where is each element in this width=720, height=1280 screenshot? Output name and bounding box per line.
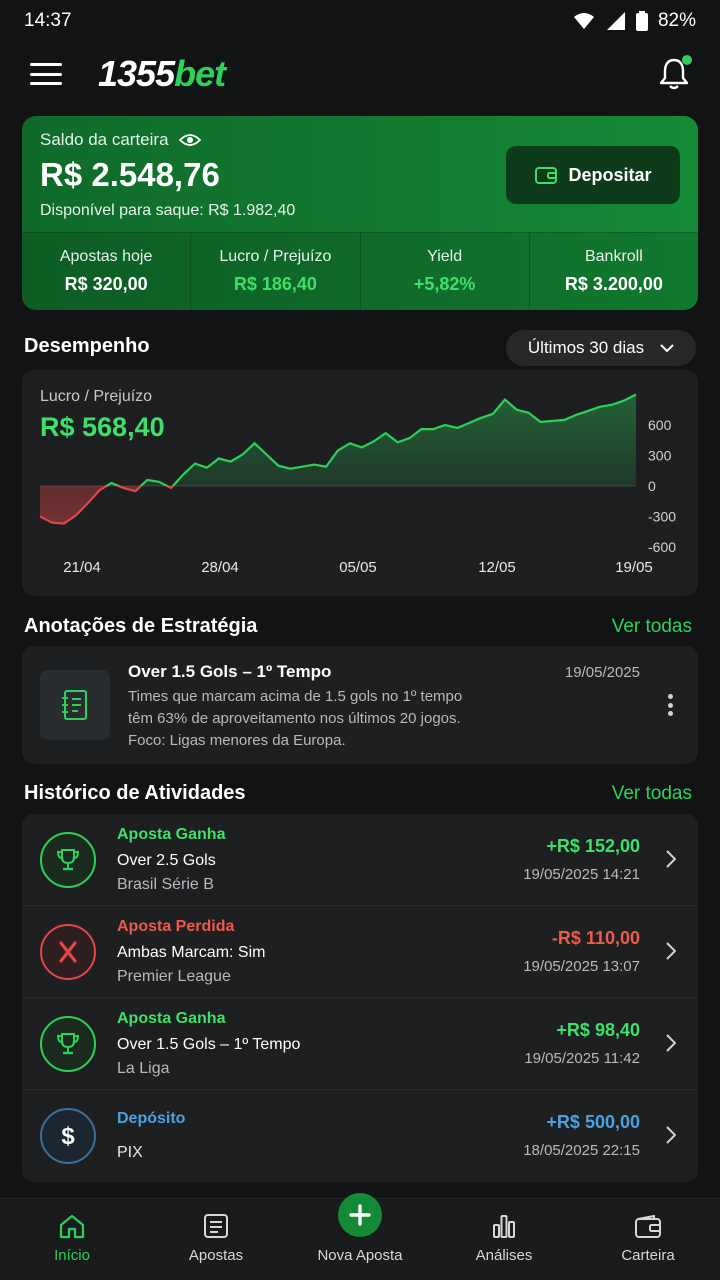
- period-value: Últimos 30 dias: [527, 338, 645, 357]
- app-header: 1355bet: [0, 48, 720, 100]
- stat-bets-today: Apostas hoje R$ 320,00: [22, 233, 192, 310]
- app-logo: 1355bet: [98, 53, 226, 95]
- signal-icon: [606, 12, 625, 30]
- notes-see-all-link[interactable]: Ver todas: [612, 616, 692, 638]
- strategy-note-card[interactable]: Over 1.5 Gols – 1º Tempo 19/05/2025 Time…: [22, 646, 698, 764]
- performance-chart-card: Lucro / Prejuízo R$ 568,40 600 300 0 -300 -6…: [22, 370, 698, 596]
- activity-see-all-link[interactable]: Ver todas: [612, 783, 692, 805]
- x-tick-label: 19/05: [615, 559, 653, 576]
- x-tick-label: 12/05: [478, 559, 516, 576]
- wallet-icon: [535, 167, 558, 184]
- available-label: Disponível para saque:: [40, 202, 204, 219]
- performance-title: Desempenho: [24, 335, 150, 357]
- nav-home[interactable]: Início: [0, 1199, 144, 1280]
- y-tick-label: -600: [648, 539, 676, 555]
- stat-profit-loss: Lucro / Prejuízo R$ 186,40: [191, 233, 361, 310]
- available-balance: Disponível para saque: R$ 1.982,40: [40, 202, 680, 220]
- svg-text:$: $: [61, 1123, 75, 1149]
- notification-dot: [682, 55, 692, 65]
- battery-icon: [635, 11, 648, 31]
- deposit-button[interactable]: Depositar: [506, 146, 680, 204]
- x-tick-label: 05/05: [339, 559, 377, 576]
- trophy-icon: [40, 1016, 96, 1072]
- activity-list: Aposta Ganha Over 2.5 Gols Brasil Série …: [22, 814, 698, 1182]
- available-value: R$ 1.982,40: [208, 202, 296, 219]
- chevron-down-icon: [660, 343, 674, 352]
- activity-title: Histórico de Atividades: [24, 782, 246, 804]
- deposit-label: Depositar: [568, 164, 652, 185]
- stat-bankroll: Bankroll R$ 3.200,00: [564, 248, 663, 294]
- notes-title: Anotações de Estratégia: [24, 615, 258, 637]
- nav-new-bet[interactable]: Nova Aposta: [288, 1193, 432, 1280]
- wallet-stats: Apostas hoje R$ 320,00 Lucro / Prejuízo …: [22, 232, 698, 310]
- nav-bets[interactable]: Apostas: [144, 1199, 288, 1280]
- bottom-navigation: Início Apostas Nova Aposta Análises Cart…: [0, 1193, 720, 1280]
- dollar-icon: $: [40, 1108, 96, 1164]
- chevron-right-icon: [666, 850, 676, 868]
- activity-row[interactable]: Aposta Perdida Ambas Marcam: Sim Premier…: [22, 906, 698, 998]
- x-tick-label: 28/04: [201, 559, 239, 576]
- wallet-label: Saldo da carteira: [40, 130, 169, 149]
- note-more-button[interactable]: [660, 692, 680, 718]
- chevron-right-icon: [666, 942, 676, 960]
- notifications-button[interactable]: [658, 55, 692, 91]
- home-icon: [59, 1214, 85, 1239]
- note-icon: [40, 670, 110, 740]
- status-icons: 82%: [572, 10, 696, 32]
- receipt-icon: [204, 1214, 228, 1238]
- period-select[interactable]: Últimos 30 dias: [506, 330, 696, 366]
- activity-row[interactable]: Aposta Ganha Over 1.5 Gols – 1º Tempo La…: [22, 998, 698, 1090]
- y-tick-label: 300: [648, 448, 672, 464]
- battery-level: 82%: [657, 10, 696, 31]
- stat-yield: Yield +5,82%: [361, 233, 530, 310]
- logo-number: 1355: [98, 53, 175, 94]
- note-body: Times que marcam acima de 1.5 gols no 1º…: [128, 688, 463, 749]
- nav-wallet[interactable]: Carteira: [576, 1199, 720, 1280]
- chevron-right-icon: [666, 1034, 676, 1052]
- note-date: 19/05/2025: [564, 664, 640, 681]
- eye-icon[interactable]: [178, 133, 201, 147]
- lost-ribbon-icon: [40, 924, 96, 980]
- trophy-icon: [40, 832, 96, 888]
- y-tick-label: -300: [648, 509, 676, 525]
- more-vertical-icon: [667, 694, 673, 699]
- x-tick-label: 21/04: [63, 559, 101, 576]
- performance-chart: 600 300 0 -300 -600 21/04 28/04 05/05 12/05 19/05: [39, 393, 676, 576]
- notebook-icon: [62, 690, 87, 720]
- y-tick-label: 600: [648, 417, 672, 433]
- add-bet-button[interactable]: [338, 1193, 382, 1237]
- wallet-icon: [635, 1215, 661, 1238]
- bar-chart-icon: [493, 1215, 515, 1238]
- activity-row[interactable]: $ Depósito PIX +R$ 500,00 18/05/2025 22:…: [22, 1090, 698, 1182]
- status-time: 14:37: [24, 10, 72, 31]
- status-bar: 14:37 82%: [0, 0, 720, 42]
- activity-row[interactable]: Aposta Ganha Over 2.5 Gols Brasil Série …: [22, 814, 698, 906]
- menu-icon: [30, 63, 62, 66]
- chart-area-positive: [40, 394, 636, 486]
- logo-bet: bet: [174, 53, 226, 94]
- nav-analytics[interactable]: Análises: [432, 1199, 576, 1280]
- wallet-card: Saldo da carteira R$ 2.548,76 Disponível…: [22, 116, 698, 310]
- note-title: Over 1.5 Gols – 1º Tempo: [128, 662, 332, 681]
- menu-button[interactable]: [28, 59, 64, 89]
- y-tick-label: 0: [648, 478, 656, 494]
- chevron-right-icon: [666, 1126, 676, 1144]
- plus-icon: [349, 1204, 371, 1226]
- wifi-icon: [573, 13, 594, 29]
